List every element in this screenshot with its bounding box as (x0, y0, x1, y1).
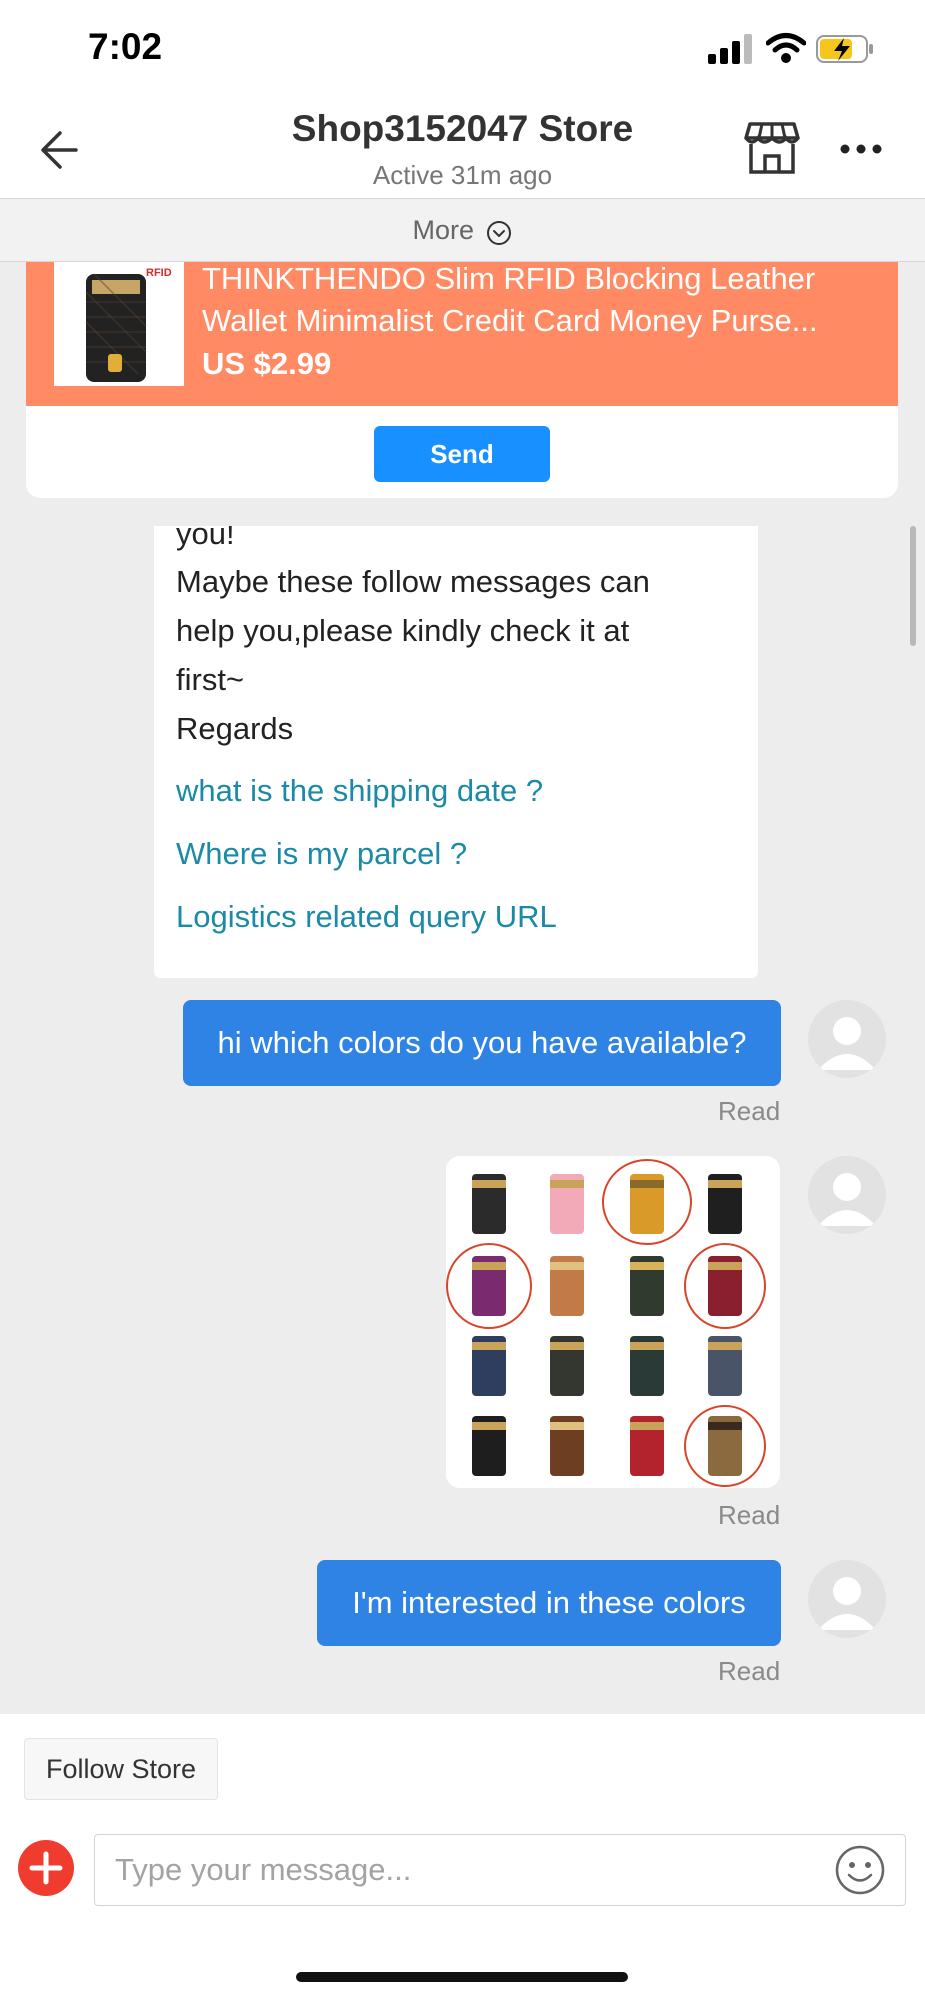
read-receipt: Read (718, 1656, 781, 1686)
more-toggle[interactable]: More (0, 198, 925, 262)
status-bar: 7:02 (0, 0, 925, 100)
home-indicator[interactable] (296, 1972, 628, 1982)
follow-store-button[interactable]: Follow Store (24, 1738, 218, 1800)
chat-header: Shop3152047 Store Active 31m ago (0, 100, 925, 198)
message-input[interactable] (94, 1834, 906, 1906)
bot-message-line: Maybe these follow messages can (176, 564, 650, 599)
cellular-signal-icon (708, 34, 752, 64)
quick-link-logistics[interactable]: Logistics related query URL (176, 899, 557, 935)
chevron-down-circle-icon (487, 220, 512, 245)
quick-link-parcel[interactable]: Where is my parcel ? (176, 836, 467, 872)
user-message-bubble[interactable]: I'm interested in these colors (317, 1560, 781, 1646)
wifi-icon (766, 33, 806, 63)
avatar-placeholder-icon (818, 1017, 876, 1070)
quick-link-shipping-date[interactable]: what is the shipping date ? (176, 773, 543, 809)
send-product-button[interactable]: Send (374, 426, 550, 482)
emoji-icon[interactable] (834, 1844, 886, 1896)
avatar-placeholder-icon (818, 1577, 876, 1630)
avatar[interactable] (808, 1000, 886, 1078)
read-receipt: Read (718, 1500, 781, 1530)
follow-area: Follow Store (0, 1714, 925, 1814)
avatar[interactable] (808, 1560, 886, 1638)
plus-button[interactable] (18, 1840, 74, 1896)
product-card: RFID THINKTHENDO Slim RFID Blocking Leat… (26, 262, 898, 498)
more-label: More (412, 215, 475, 245)
wallet-colors-image (446, 1156, 780, 1488)
bot-message-line: Regards (176, 711, 294, 746)
bot-message-line: first~ (176, 662, 245, 697)
bot-message-line: you! (176, 526, 235, 551)
avatar[interactable] (808, 1156, 886, 1234)
product-thumbnail: RFID (54, 262, 184, 386)
battery-charging-icon (816, 35, 873, 63)
store-icon[interactable] (742, 120, 802, 176)
more-dots-icon[interactable] (836, 124, 886, 174)
user-message-bubble[interactable]: hi which colors do you have available? (183, 1000, 781, 1086)
wallet-image: RFID (54, 262, 184, 386)
status-time: 7:02 (88, 26, 163, 67)
read-receipt: Read (718, 1096, 781, 1126)
bot-message-bubble: you! Maybe these follow messages can hel… (154, 526, 758, 978)
message-input-bar (0, 1814, 925, 1924)
rfid-logo: RFID (146, 267, 172, 279)
scrollbar[interactable] (910, 526, 916, 646)
product-name: THINKTHENDO Slim RFID Blocking Leather W… (202, 262, 818, 338)
plus-icon (29, 1851, 63, 1885)
chat-area[interactable]: you! Maybe these follow messages can hel… (0, 526, 925, 1714)
product-banner[interactable]: RFID THINKTHENDO Slim RFID Blocking Leat… (26, 262, 898, 406)
avatar-placeholder-icon (818, 1173, 876, 1226)
product-area: RFID THINKTHENDO Slim RFID Blocking Leat… (0, 262, 925, 526)
image-message[interactable] (446, 1156, 780, 1488)
bot-message-line: help you,please kindly check it at (176, 613, 630, 648)
product-price: US $2.99 (202, 346, 332, 381)
